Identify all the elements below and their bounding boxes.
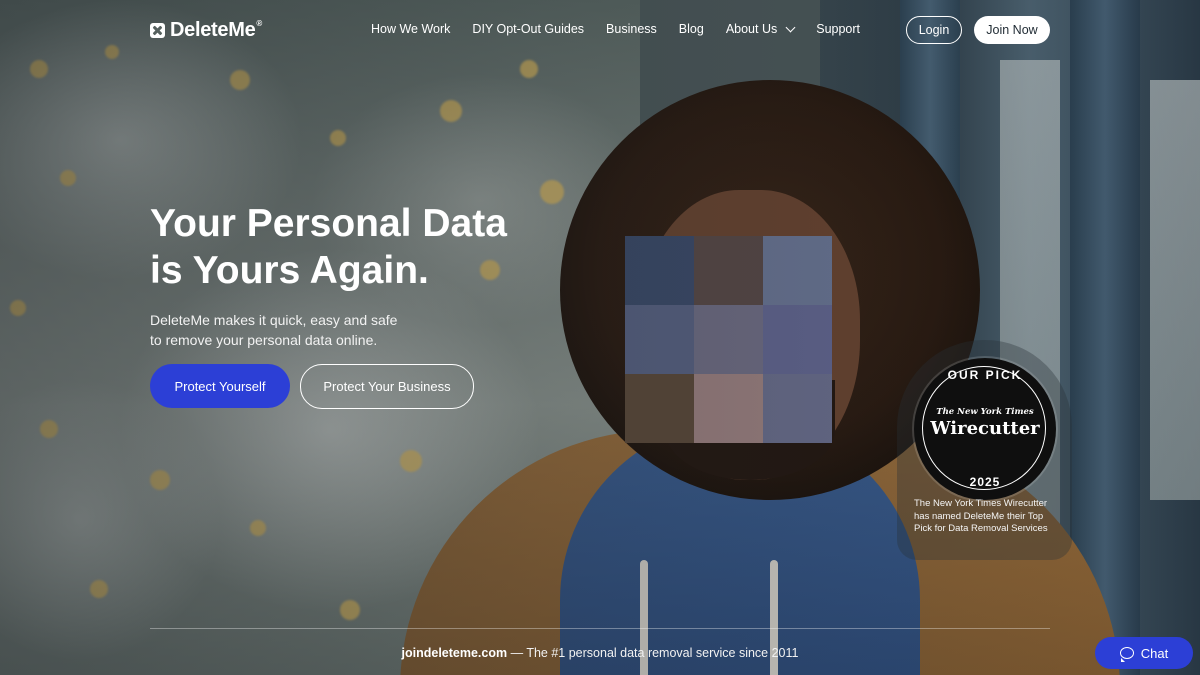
nav-support[interactable]: Support bbox=[816, 22, 860, 36]
hero-title: Your Personal Data is Yours Again. bbox=[150, 200, 570, 294]
badge-caption: The New York Times Wirecutter has named … bbox=[914, 498, 1048, 534]
nav-diy-opt-out-guides[interactable]: DIY Opt-Out Guides bbox=[472, 22, 584, 36]
protect-yourself-button[interactable]: Protect Yourself bbox=[150, 364, 290, 408]
site-header: DeleteMe® How We Work DIY Opt-Out Guides… bbox=[0, 0, 1200, 62]
badge-wirecutter: Wirecutter bbox=[930, 418, 1040, 439]
nav-how-we-work[interactable]: How We Work bbox=[371, 22, 450, 36]
chat-bubble-icon bbox=[1119, 647, 1134, 662]
chevron-down-icon bbox=[785, 22, 796, 32]
hero-title-line: is Yours Again. bbox=[150, 249, 429, 292]
hero-title-line: Your Personal Data bbox=[150, 202, 507, 245]
hero-subtitle: DeleteMe makes it quick, easy and safe t… bbox=[150, 311, 470, 350]
deleteme-logo[interactable]: DeleteMe® bbox=[150, 19, 262, 42]
badge-year: 2025 bbox=[969, 475, 1001, 489]
nav-about-us[interactable]: About Us bbox=[725, 22, 796, 36]
footer-tagline: joindeleteme.com — The #1 personal data … bbox=[0, 646, 1200, 660]
main-nav: How We Work DIY Opt-Out Guides Business … bbox=[371, 22, 860, 36]
delete-x-icon bbox=[150, 23, 165, 38]
chat-label: Chat bbox=[1140, 645, 1169, 661]
nav-about-us-label: About Us bbox=[725, 22, 778, 36]
nav-business[interactable]: Business bbox=[606, 22, 657, 36]
badge-our-pick: OUR PICK bbox=[947, 368, 1023, 382]
footer-tagline-text: — The #1 personal data removal service s… bbox=[507, 646, 799, 660]
login-button[interactable]: Login bbox=[906, 16, 962, 44]
footer-divider bbox=[150, 628, 1050, 629]
badge-publisher: The New York Times bbox=[936, 407, 1034, 417]
footer-domain: joindeleteme.com bbox=[401, 646, 508, 660]
join-now-button[interactable]: Join Now bbox=[974, 16, 1050, 44]
hero-subtitle-line: DeleteMe makes it quick, easy and safe bbox=[150, 312, 398, 328]
chat-button[interactable]: Chat bbox=[1095, 637, 1193, 669]
logo-wordmark: DeleteMe® bbox=[170, 19, 263, 41]
wirecutter-badge: OUR PICK The New York Times Wirecutter 2… bbox=[914, 358, 1056, 500]
hero-subtitle-line: to remove your personal data online. bbox=[150, 331, 378, 348]
nav-blog[interactable]: Blog bbox=[679, 22, 704, 36]
protect-your-business-button[interactable]: Protect Your Business bbox=[300, 364, 474, 409]
